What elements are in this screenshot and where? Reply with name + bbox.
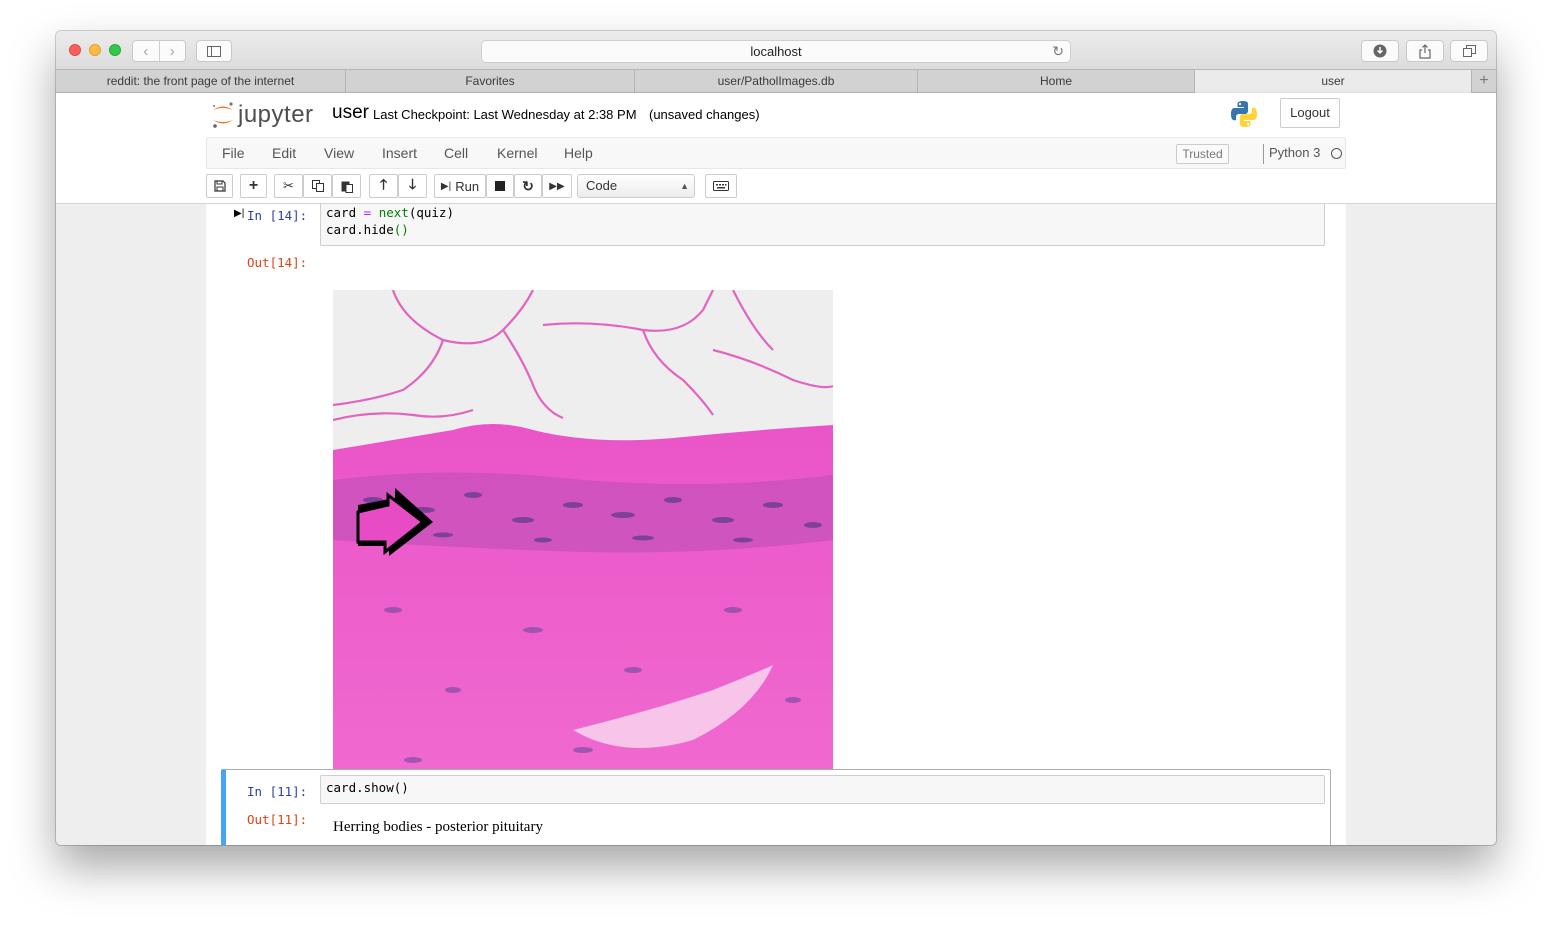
tab-reddit[interactable]: reddit: the front page of the internet: [56, 70, 346, 93]
run-button[interactable]: ▶| Run: [434, 174, 486, 198]
code-input[interactable]: card = next(quiz) card.hide(): [320, 204, 1325, 246]
input-prompt: In [11]:: [247, 784, 308, 799]
paste-icon: [341, 181, 353, 193]
address-bar[interactable]: localhost ↻: [481, 40, 1071, 63]
kernel-idle-indicator: [1331, 148, 1342, 159]
selected-code-cell[interactable]: In [11]: card.show() Out[11]: Herring bo…: [221, 769, 1331, 845]
notebook-page: ▶| In [14]: card = next(quiz) card.hide(…: [206, 204, 1346, 845]
paste-button[interactable]: [332, 174, 361, 198]
cell-type-select[interactable]: Code ▲▼: [577, 174, 695, 213]
tabs-overview-icon: [1462, 45, 1476, 57]
restart-icon: ↻: [522, 177, 534, 194]
run-label: Run: [455, 178, 480, 194]
cut-button[interactable]: ✂: [274, 174, 303, 198]
menu-help[interactable]: Help: [564, 145, 593, 161]
move-cell-down-button[interactable]: 🡓: [398, 174, 427, 198]
menu-insert[interactable]: Insert: [382, 145, 417, 161]
jupyter-logo-text: jupyter: [238, 101, 314, 128]
output-prompt: Out[14]:: [247, 255, 308, 270]
menu-kernel[interactable]: Kernel: [497, 145, 537, 161]
kernel-name[interactable]: Python 3: [1269, 145, 1320, 160]
sidebar-icon: [207, 45, 221, 57]
copy-button[interactable]: [303, 174, 332, 198]
restart-kernel-button[interactable]: ↻: [514, 174, 542, 198]
arrow-down-icon: 🡓: [408, 176, 417, 192]
sidebar-toggle-button[interactable]: [196, 40, 232, 62]
code-line: card.show(): [326, 780, 409, 795]
restart-run-all-button[interactable]: ▶▶: [542, 174, 572, 198]
zoom-window-button[interactable]: [109, 44, 121, 56]
forward-icon[interactable]: ›: [160, 43, 186, 60]
tab-bar: reddit: the front page of the internet F…: [56, 69, 1496, 93]
tab-user[interactable]: user: [1195, 70, 1472, 93]
insert-cell-button[interactable]: +: [240, 174, 267, 198]
code-input[interactable]: card.show(): [320, 775, 1325, 804]
python-logo-icon: [1231, 101, 1257, 127]
stop-icon: [495, 181, 505, 191]
code-line: card.hide(): [326, 222, 409, 237]
step-forward-icon: ▶|: [440, 180, 452, 192]
code-line: card = next(quiz): [326, 205, 454, 220]
jupyter-logo-icon: [210, 100, 236, 130]
share-icon: [1419, 43, 1431, 59]
tab-favorites[interactable]: Favorites: [346, 70, 635, 93]
checkpoint-status: Last Checkpoint: Last Wednesday at 2:38 …: [373, 107, 637, 122]
back-icon[interactable]: ‹: [133, 43, 159, 60]
new-tab-icon[interactable]: +: [1472, 70, 1496, 92]
menu-cell[interactable]: Cell: [444, 145, 468, 161]
jupyter-logo[interactable]: jupyter: [210, 100, 314, 130]
menu-bar: File Edit View Insert Cell Kernel Help T…: [206, 137, 1346, 169]
move-cell-up-button[interactable]: 🡑: [369, 174, 398, 198]
step-forward-icon: ▶|: [234, 208, 245, 219]
output-text: Herring bodies - posterior pituitary: [333, 819, 543, 835]
scissors-icon: ✂: [283, 178, 294, 193]
logout-button[interactable]: Logout: [1280, 98, 1340, 128]
nav-buttons: ‹ ›: [132, 40, 186, 62]
copy-icon: [311, 180, 324, 192]
menu-file[interactable]: File: [222, 145, 245, 161]
url-text: localhost: [750, 44, 802, 59]
title-bar: ‹ › localhost ↻: [56, 31, 1496, 69]
reload-icon[interactable]: ↻: [1052, 41, 1064, 62]
cell-type-value: Code: [586, 178, 618, 193]
autosave-status: (unsaved changes): [649, 107, 760, 122]
trusted-badge[interactable]: Trusted: [1176, 144, 1229, 164]
kernel-divider: [1263, 144, 1264, 164]
plus-icon: +: [248, 177, 259, 194]
command-palette-button[interactable]: [705, 174, 737, 198]
downloads-button[interactable]: [1361, 40, 1399, 62]
input-prompt: In [14]:: [247, 208, 308, 223]
tab-home[interactable]: Home: [918, 70, 1195, 93]
fast-forward-icon: ▶▶: [549, 180, 565, 192]
notebook-name[interactable]: user: [332, 102, 369, 124]
output-prompt: Out[11]:: [247, 812, 308, 827]
download-icon: [1373, 44, 1387, 58]
minimize-window-button[interactable]: [89, 44, 101, 56]
save-button[interactable]: [206, 174, 233, 198]
histology-image: [333, 290, 833, 781]
keyboard-icon: [713, 181, 729, 191]
jupyter-header: jupyter user Last Checkpoint: Last Wedne…: [56, 93, 1496, 213]
close-window-button[interactable]: [69, 44, 81, 56]
arrow-up-icon: 🡑: [379, 176, 388, 192]
menu-view[interactable]: View: [324, 145, 354, 161]
tab-pathol-images[interactable]: user/PatholImages.db: [635, 70, 918, 93]
menu-edit[interactable]: Edit: [272, 145, 296, 161]
save-icon: [213, 180, 226, 192]
show-tabs-button[interactable]: [1450, 40, 1488, 62]
interrupt-kernel-button[interactable]: [486, 174, 514, 198]
browser-window: ‹ › localhost ↻ reddit: the front page o…: [56, 31, 1496, 845]
code-cell[interactable]: ▶| In [14]: card = next(quiz) card.hide(…: [206, 204, 1346, 781]
share-button[interactable]: [1406, 40, 1444, 62]
